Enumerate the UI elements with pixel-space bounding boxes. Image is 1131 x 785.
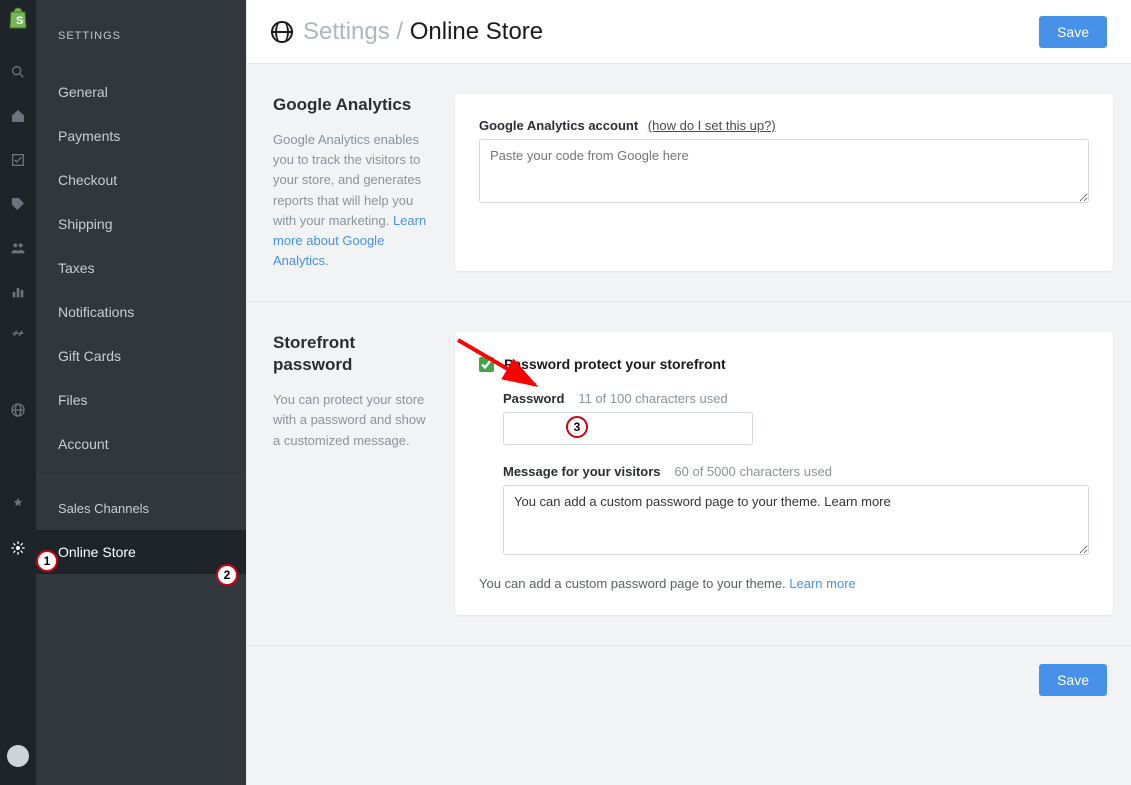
sidebar-item-taxes[interactable]: Taxes [36,246,246,290]
breadcrumb: Settings / [303,18,403,45]
title-leaf: Online Store [410,18,543,45]
sidebar-item-channels[interactable]: Sales Channels [36,487,246,530]
sidebar-item-shipping[interactable]: Shipping [36,202,246,246]
sidebar-item-account[interactable]: Account [36,422,246,466]
pw-password-hint: 11 of 100 characters used [578,391,727,406]
icon-rail: S [0,0,36,785]
settings-sidebar: SETTINGS General Payments Checkout Shipp… [36,0,246,785]
pw-footer-note: You can add a custom password page to yo… [479,576,1089,591]
pw-protect-checkbox[interactable] [479,357,494,372]
sidebar-item-giftcards[interactable]: Gift Cards [36,334,246,378]
pw-password-field: Password 11 of 100 characters used [479,390,1089,445]
save-button-bottom[interactable]: Save [1039,664,1107,696]
home-icon[interactable] [0,94,36,138]
settings-icon[interactable] [0,526,36,570]
ga-code-textarea[interactable] [479,139,1089,203]
topbar: Settings / Online Store Save [247,0,1131,64]
products-icon[interactable] [0,182,36,226]
pw-password-input[interactable] [503,412,753,445]
pw-desc-text: You can protect your store with a passwo… [273,390,435,450]
apps-icon[interactable] [0,482,36,526]
pw-checkbox-label: Password protect your storefront [504,356,726,372]
sidebar-item-payments[interactable]: Payments [36,114,246,158]
user-avatar[interactable] [7,745,29,767]
globe-icon[interactable] [0,388,36,432]
pw-desc: Storefront password You can protect your… [265,332,455,615]
reports-icon[interactable] [0,270,36,314]
sidebar-heading: SETTINGS [36,10,246,70]
orders-icon[interactable] [0,138,36,182]
bottombar: Save [247,646,1131,714]
customers-icon[interactable] [0,226,36,270]
ga-desc: Google Analytics Google Analytics enable… [265,94,455,271]
globe-title-icon [271,21,293,43]
sidebar-item-notifications[interactable]: Notifications [36,290,246,334]
ga-account-label: Google Analytics account (how do I set t… [479,118,1089,133]
pw-message-hint: 60 of 5000 characters used [674,464,832,479]
svg-text:S: S [16,15,23,27]
discounts-icon[interactable] [0,314,36,358]
sidebar-divider [36,476,246,477]
save-button-top[interactable]: Save [1039,16,1107,48]
pw-checkbox-row: Password protect your storefront [479,356,1089,372]
pw-card: Password protect your storefront Passwor… [455,332,1113,615]
sidebar-item-online-store[interactable]: Online Store [36,530,246,574]
pw-learn-more-link[interactable]: Learn more [789,576,855,591]
pw-title: Storefront password [273,332,435,376]
pw-message-label: Message for your visitors [503,464,661,479]
shopify-logo[interactable]: S [6,6,30,30]
pw-message-textarea[interactable] [503,485,1089,555]
pw-password-label: Password [503,391,564,406]
sidebar-item-general[interactable]: General [36,70,246,114]
main-area: Settings / Online Store Save Google Anal… [246,0,1131,785]
search-icon[interactable] [0,50,36,94]
shopify-bag-icon: S [6,6,30,30]
section-google-analytics: Google Analytics Google Analytics enable… [247,64,1131,302]
page-title: Settings / Online Store [271,18,543,46]
ga-title: Google Analytics [273,94,435,116]
sidebar-item-files[interactable]: Files [36,378,246,422]
pw-message-field: Message for your visitors 60 of 5000 cha… [479,463,1089,558]
sidebar-item-checkout[interactable]: Checkout [36,158,246,202]
section-storefront-password: Storefront password You can protect your… [247,302,1131,646]
ga-card: Google Analytics account (how do I set t… [455,94,1113,271]
ga-desc-text: Google Analytics enables you to track th… [273,130,435,271]
ga-help-link[interactable]: (how do I set this up?) [648,118,776,133]
content-scroll[interactable]: Google Analytics Google Analytics enable… [247,64,1131,785]
